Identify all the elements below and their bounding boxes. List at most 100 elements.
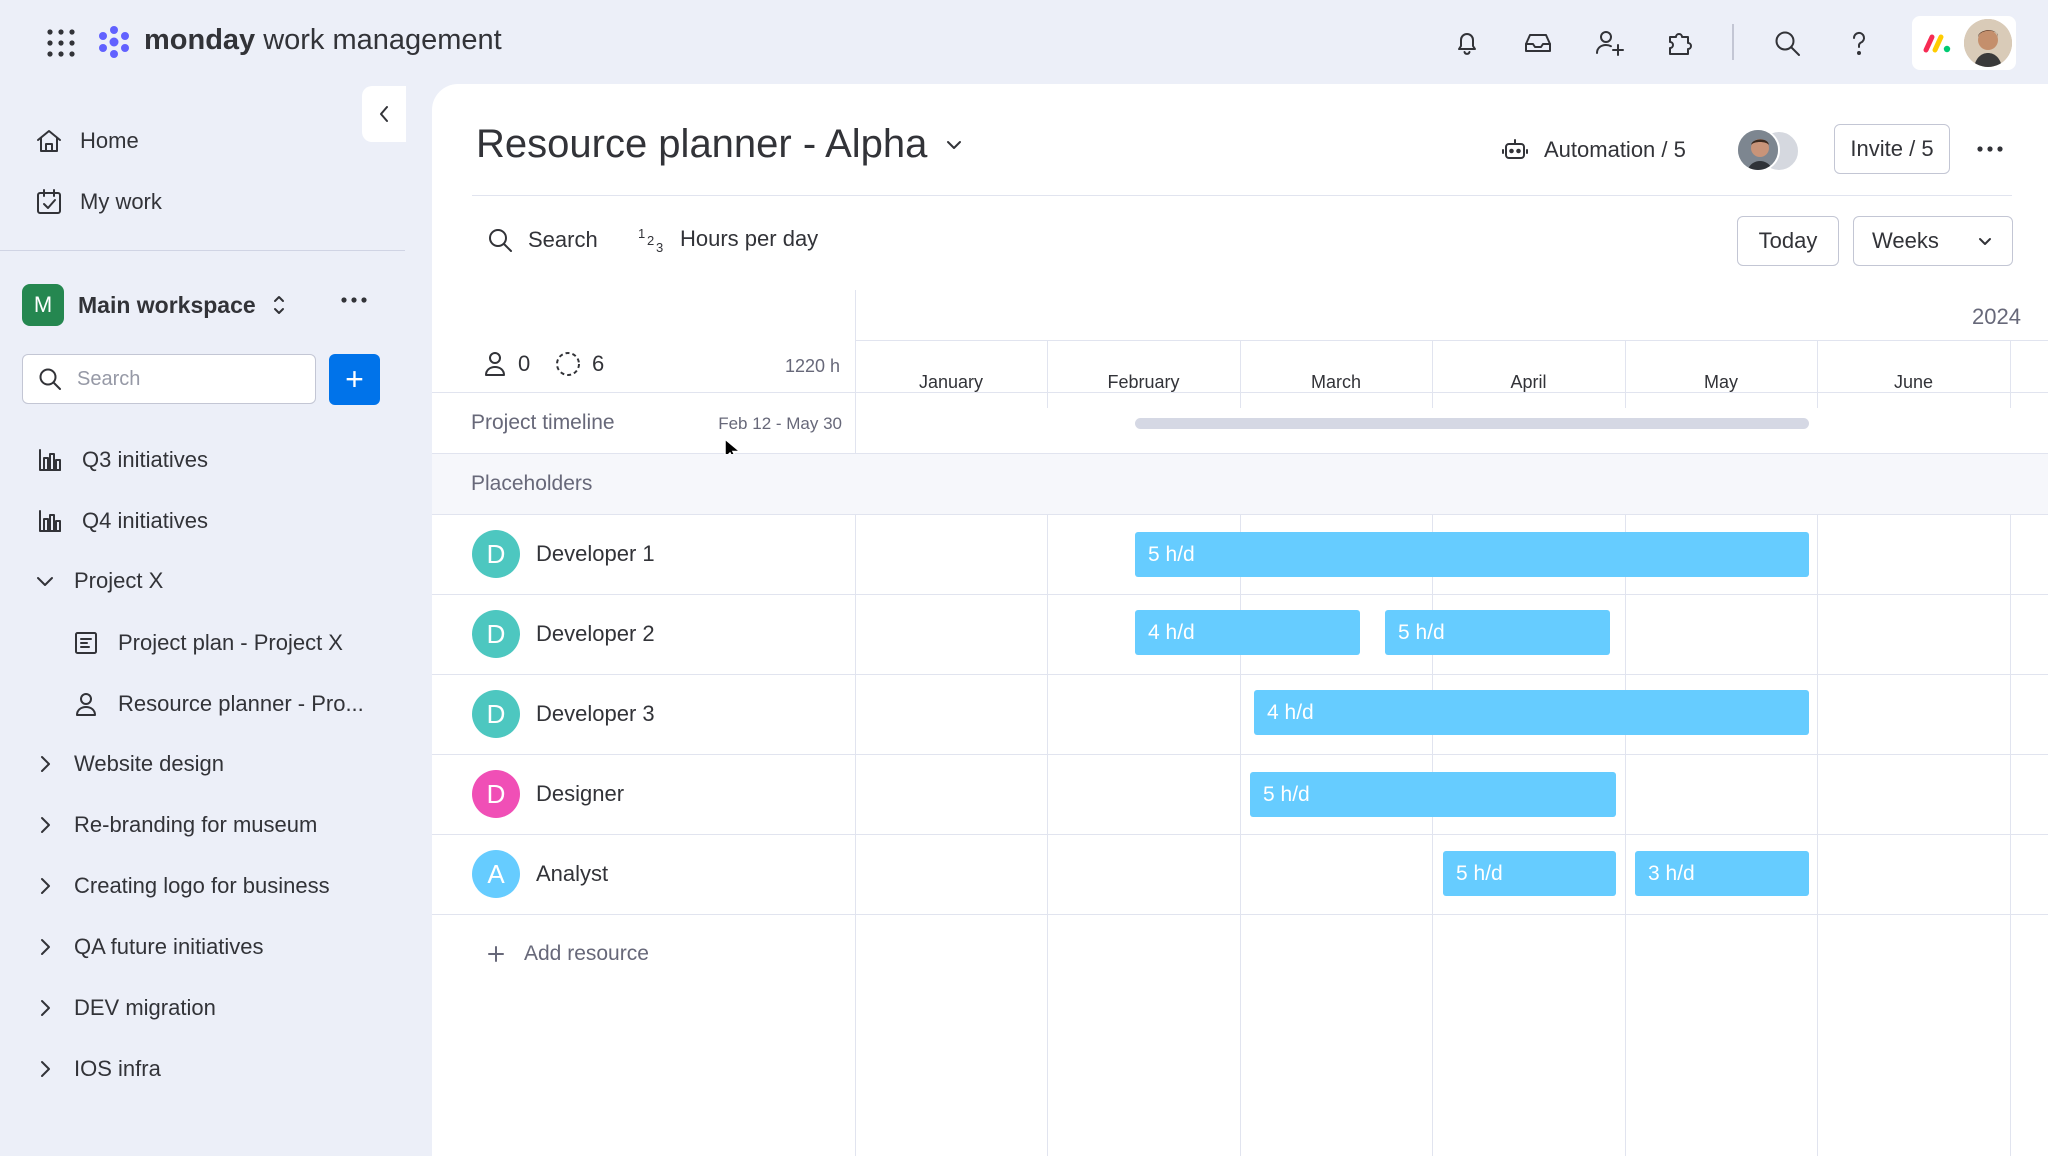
assigned-count: 0 bbox=[482, 350, 530, 378]
month-divider bbox=[2010, 514, 2011, 1156]
resource-row-developer-3[interactable]: D Developer 3 bbox=[432, 674, 856, 754]
sidebar-folder-ios-infra[interactable]: IOS infra bbox=[34, 1056, 161, 1082]
month-divider bbox=[2010, 340, 2011, 408]
placeholders-label: Placeholders bbox=[471, 472, 593, 495]
resource-name: Developer 2 bbox=[536, 621, 655, 646]
sidebar-item-label: Project plan - Project X bbox=[118, 630, 343, 655]
person-icon bbox=[485, 352, 505, 376]
sidebar-folder-dev-migration[interactable]: DEV migration bbox=[34, 995, 216, 1021]
grid-line bbox=[432, 914, 2048, 915]
workspace-selector[interactable]: M Main workspace bbox=[22, 284, 288, 326]
month-june: June bbox=[1893, 371, 1934, 392]
add-resource-button[interactable]: Add resource bbox=[486, 942, 649, 966]
main-panel: Resource planner - Alpha Automation / 5 … bbox=[432, 84, 2048, 1156]
header-divider bbox=[472, 195, 2012, 196]
header-divider bbox=[1732, 24, 1734, 60]
chevron-right-icon bbox=[41, 878, 50, 894]
automation-label: Automation / 5 bbox=[1544, 137, 1686, 162]
sidebar-item-label: Re-branding for museum bbox=[74, 812, 318, 837]
chevron-updown-icon bbox=[273, 296, 284, 314]
monday-colors-icon bbox=[1922, 31, 1952, 55]
allocation-bar[interactable]: 3 h/d bbox=[1635, 851, 1809, 896]
automation-button[interactable]: Automation / 5 bbox=[1500, 135, 1686, 165]
sidebar-folder-re-branding[interactable]: Re-branding for museum bbox=[34, 812, 317, 838]
resource-avatar: D bbox=[472, 690, 520, 738]
month-january: January bbox=[918, 371, 984, 392]
sidebar-folder-creating-logo[interactable]: Creating logo for business bbox=[34, 873, 330, 899]
add-user-icon[interactable] bbox=[1594, 28, 1626, 58]
brand-bold: monday bbox=[144, 24, 256, 56]
sidebar-item-q4-initiatives[interactable]: Q4 initiatives bbox=[36, 507, 208, 535]
workspace-more-icon[interactable] bbox=[340, 296, 368, 304]
resource-name: Developer 3 bbox=[536, 701, 655, 726]
resource-name: Designer bbox=[536, 781, 625, 806]
workspace-badge: M bbox=[22, 284, 64, 326]
resource-row-designer[interactable]: D Designer bbox=[432, 754, 856, 834]
search-icon bbox=[489, 229, 512, 252]
view-select[interactable]: Weeks bbox=[1853, 216, 2013, 266]
sidebar-item-q3-initiatives[interactable]: Q3 initiatives bbox=[36, 446, 208, 474]
project-timeline-label: Project timeline bbox=[471, 411, 615, 434]
sidebar-item-my-work[interactable]: My work bbox=[34, 187, 162, 217]
today-button[interactable]: Today bbox=[1737, 216, 1839, 266]
brand-name: monday work management bbox=[144, 24, 502, 57]
member-avatar bbox=[1736, 128, 1780, 172]
hours-per-day-button[interactable]: 1 2 3 Hours per day bbox=[636, 224, 818, 255]
project-timeline-bar[interactable] bbox=[1135, 418, 1809, 429]
invite-button[interactable]: Invite / 5 bbox=[1834, 124, 1950, 174]
allocation-bar[interactable]: 5 h/d bbox=[1385, 610, 1610, 655]
month-april: April bbox=[1510, 371, 1547, 392]
bell-icon[interactable] bbox=[1452, 28, 1482, 58]
sidebar-search-input[interactable]: Search bbox=[22, 354, 316, 404]
sidebar-item-label: IOS infra bbox=[74, 1056, 161, 1081]
sidebar: Home My work M Main workspace Search + Q… bbox=[0, 84, 406, 1156]
user-avatar[interactable] bbox=[1964, 19, 2012, 67]
sidebar-folder-website-design[interactable]: Website design bbox=[34, 751, 224, 777]
month-divider bbox=[1625, 514, 1626, 1156]
sidebar-folder-project-x[interactable]: Project X bbox=[34, 568, 163, 594]
sidebar-item-resource-planner[interactable]: Resource planner - Pro... bbox=[72, 690, 364, 718]
allocation-bar[interactable]: 4 h/d bbox=[1135, 610, 1360, 655]
robot-icon bbox=[1502, 139, 1528, 159]
year-label: 2024 bbox=[1972, 304, 2021, 329]
allocation-bar[interactable]: 4 h/d bbox=[1254, 690, 1809, 735]
board-chart-icon bbox=[39, 510, 61, 532]
workspace-name: Main workspace bbox=[78, 291, 256, 318]
sidebar-item-home[interactable]: Home bbox=[34, 126, 139, 156]
allocation-bar[interactable]: 5 h/d bbox=[1250, 772, 1616, 817]
sidebar-my-work-label: My work bbox=[80, 189, 162, 214]
resource-row-analyst[interactable]: A Analyst bbox=[432, 834, 856, 914]
month-february: February bbox=[1107, 371, 1180, 392]
month-divider bbox=[1047, 514, 1048, 1156]
search-icon bbox=[39, 368, 61, 390]
grid-icon[interactable] bbox=[46, 28, 76, 58]
board-title: Resource planner - Alpha bbox=[476, 122, 928, 166]
inbox-icon[interactable] bbox=[1522, 28, 1554, 58]
help-icon[interactable] bbox=[1844, 28, 1874, 58]
sidebar-item-project-plan[interactable]: Project plan - Project X bbox=[72, 629, 343, 657]
dashed-circle-icon bbox=[556, 352, 580, 376]
sidebar-item-label: Project X bbox=[74, 568, 164, 593]
add-item-button[interactable]: + bbox=[329, 354, 380, 405]
brand-light: work management bbox=[263, 24, 502, 56]
sidebar-folder-qa-future[interactable]: QA future initiatives bbox=[34, 934, 264, 960]
add-resource-label: Add resource bbox=[524, 942, 649, 965]
board-title-area[interactable]: Resource planner - Alpha bbox=[476, 122, 965, 167]
board-more-icon[interactable] bbox=[1976, 145, 2004, 153]
board-search-button[interactable]: Search bbox=[486, 226, 598, 254]
account-menu[interactable] bbox=[1912, 16, 2016, 70]
board-members[interactable] bbox=[1736, 128, 1806, 174]
puzzle-icon[interactable] bbox=[1664, 27, 1696, 59]
month-may: May bbox=[1703, 371, 1738, 392]
chevron-down-icon bbox=[1979, 238, 1991, 245]
board-search-label: Search bbox=[528, 227, 598, 252]
chevron-down-icon bbox=[947, 140, 962, 149]
resource-row-developer-1[interactable]: D Developer 1 bbox=[432, 514, 856, 594]
placeholders-group-header bbox=[432, 454, 2048, 514]
collapse-sidebar-button[interactable] bbox=[362, 86, 406, 142]
allocation-bar[interactable]: 5 h/d bbox=[1135, 532, 1809, 577]
chevron-right-icon bbox=[41, 1000, 50, 1016]
resource-row-developer-2[interactable]: D Developer 2 bbox=[432, 594, 856, 674]
search-icon[interactable] bbox=[1772, 28, 1802, 58]
allocation-bar[interactable]: 5 h/d bbox=[1443, 851, 1616, 896]
